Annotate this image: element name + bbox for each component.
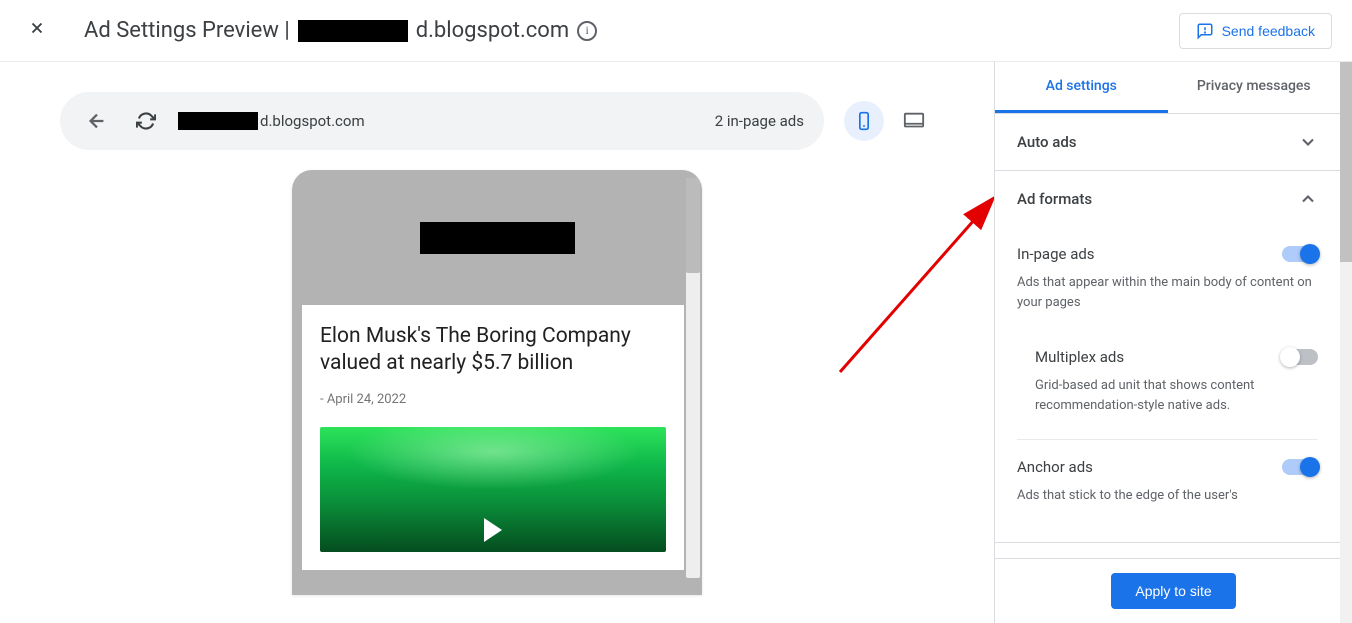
close-icon xyxy=(28,19,46,37)
feedback-icon xyxy=(1196,22,1214,40)
chevron-down-icon xyxy=(1298,132,1318,152)
format-anchor-name: Anchor ads xyxy=(1017,458,1093,476)
redacted-text xyxy=(178,112,258,130)
auto-ads-toggle-header[interactable]: Auto ads xyxy=(995,114,1340,170)
close-button[interactable] xyxy=(20,11,54,51)
sidebar-footer: Apply to site xyxy=(995,558,1352,623)
smartphone-icon xyxy=(854,111,874,131)
preview-site-header xyxy=(292,170,702,305)
info-icon[interactable]: i xyxy=(577,21,597,41)
sidebar-scrollbar[interactable] xyxy=(1340,62,1352,623)
desktop-view-button[interactable] xyxy=(894,101,934,141)
feedback-label: Send feedback xyxy=(1222,23,1315,39)
section-auto-ads: Auto ads xyxy=(995,114,1340,171)
preview-scrollbar[interactable] xyxy=(686,178,700,578)
preview-area: d.blogspot.com 2 in-page ads Elon M xyxy=(0,62,994,623)
chevron-up-icon xyxy=(1298,189,1318,209)
redacted-text xyxy=(298,20,408,42)
play-icon xyxy=(484,518,502,542)
mobile-view-button[interactable] xyxy=(844,101,884,141)
toggle-anchor-ads[interactable] xyxy=(1282,459,1318,475)
preview-article: Elon Musk's The Boring Company valued at… xyxy=(302,305,684,570)
page-header: Ad Settings Preview | d.blogspot.com i S… xyxy=(0,0,1352,62)
reload-icon xyxy=(136,111,156,131)
auto-ads-title: Auto ads xyxy=(1017,133,1077,151)
format-anchor-desc: Ads that stick to the edge of the user's xyxy=(1017,486,1318,506)
ad-formats-title: Ad formats xyxy=(1017,190,1092,208)
desktop-icon xyxy=(903,110,925,132)
format-multiplex-name: Multiplex ads xyxy=(1035,348,1124,366)
redacted-text xyxy=(420,222,575,254)
send-feedback-button[interactable]: Send feedback xyxy=(1179,13,1332,49)
format-multiplex: Multiplex ads Grid-based ad unit that sh… xyxy=(1017,330,1318,433)
ad-formats-body: In-page ads Ads that appear within the m… xyxy=(995,227,1340,542)
format-inpage-name: In-page ads xyxy=(1017,245,1095,263)
article-title: Elon Musk's The Boring Company valued at… xyxy=(320,323,666,378)
format-multiplex-desc: Grid-based ad unit that shows content re… xyxy=(1035,376,1318,415)
device-toggle-group xyxy=(844,101,934,141)
toggle-inpage-ads[interactable] xyxy=(1282,246,1318,262)
toggle-multiplex-ads[interactable] xyxy=(1282,349,1318,365)
section-ad-formats: Ad formats In-page ads Ads that appear w… xyxy=(995,171,1340,543)
arrow-left-icon xyxy=(86,110,108,132)
title-suffix: d.blogspot.com xyxy=(416,18,569,43)
url-bar: d.blogspot.com 2 in-page ads xyxy=(60,92,824,150)
annotation-arrow xyxy=(830,192,994,382)
main-area: d.blogspot.com 2 in-page ads Elon M xyxy=(0,62,1352,623)
tab-ad-settings[interactable]: Ad settings xyxy=(995,62,1168,113)
article-date: - April 24, 2022 xyxy=(320,392,666,407)
title-prefix: Ad Settings Preview | xyxy=(84,18,290,43)
ad-count-label: 2 in-page ads xyxy=(715,112,804,130)
apply-to-site-button[interactable]: Apply to site xyxy=(1111,573,1235,609)
ad-formats-toggle-header[interactable]: Ad formats xyxy=(995,171,1340,227)
reload-button[interactable] xyxy=(130,105,162,137)
url-display: d.blogspot.com xyxy=(178,112,365,130)
back-button[interactable] xyxy=(80,104,114,138)
format-inpage: In-page ads Ads that appear within the m… xyxy=(1017,227,1318,330)
page-title: Ad Settings Preview | d.blogspot.com i xyxy=(84,18,597,43)
sidebar-tabs: Ad settings Privacy messages xyxy=(995,62,1340,114)
settings-sidebar: Ad settings Privacy messages Auto ads Ad… xyxy=(994,62,1352,623)
format-inpage-desc: Ads that appear within the main body of … xyxy=(1017,273,1318,312)
article-video-thumb[interactable] xyxy=(320,427,666,552)
tab-privacy-messages[interactable]: Privacy messages xyxy=(1168,62,1341,113)
mobile-preview-frame: Elon Musk's The Boring Company valued at… xyxy=(292,170,702,595)
format-anchor: Anchor ads Ads that stick to the edge of… xyxy=(1017,439,1318,524)
url-suffix: d.blogspot.com xyxy=(260,112,365,130)
